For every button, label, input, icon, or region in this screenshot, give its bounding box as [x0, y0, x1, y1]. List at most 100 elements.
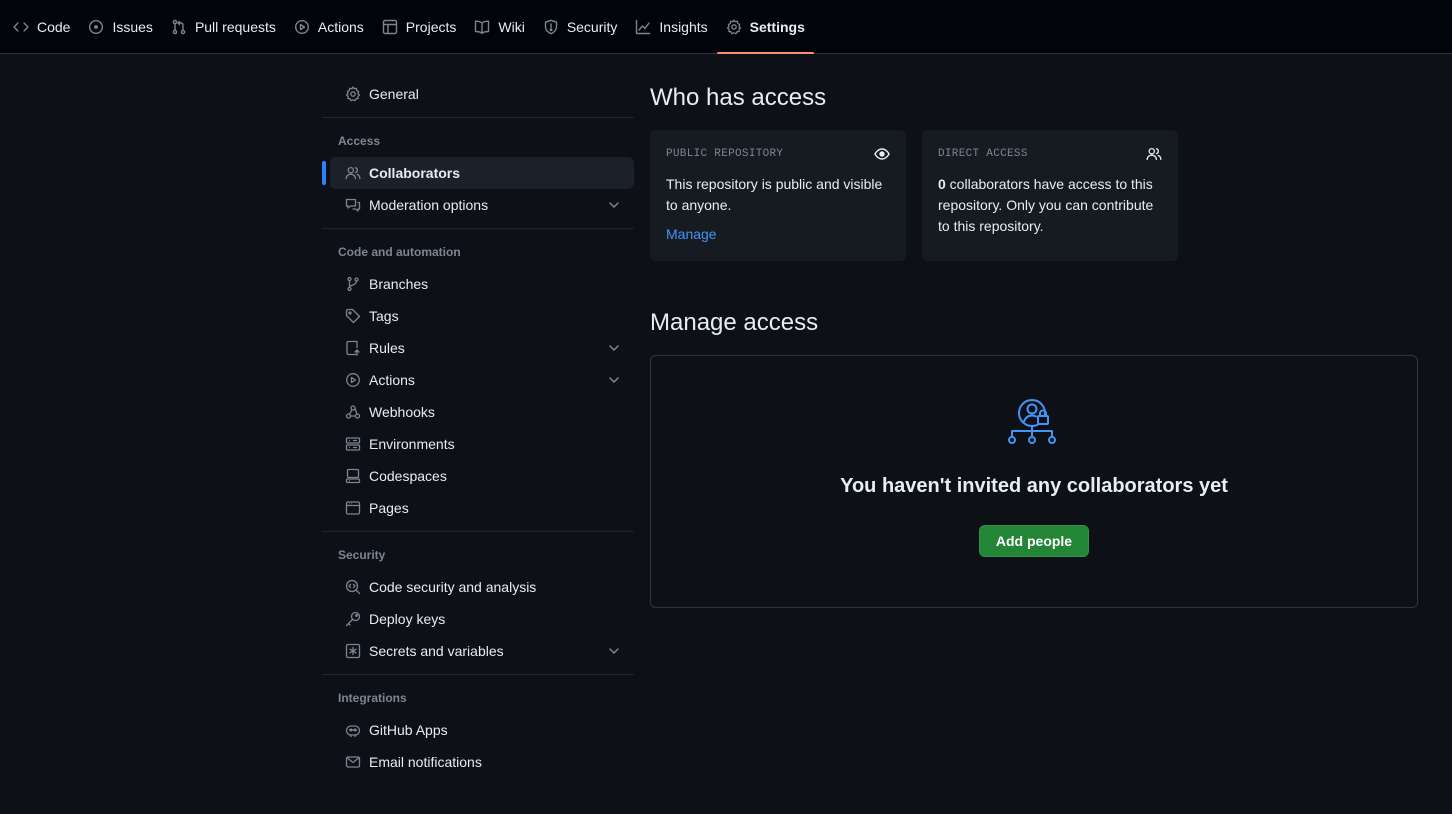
- sidebar-item-collaborators[interactable]: Collaborators: [322, 157, 634, 189]
- code-icon: [13, 19, 29, 35]
- sidebar-item-deploy-keys[interactable]: Deploy keys: [330, 603, 634, 635]
- tab-security[interactable]: Security: [534, 9, 627, 45]
- sidebar-divider: [322, 228, 634, 229]
- tab-label: Code: [37, 19, 71, 35]
- sidebar-heading-code: Code and automation: [338, 245, 461, 259]
- eye-icon: [874, 146, 890, 162]
- sidebar-item-label: Collaborators: [369, 165, 461, 181]
- card-title: DIRECT ACCESS: [938, 148, 1028, 160]
- sidebar-item-codespaces[interactable]: Codespaces: [330, 460, 634, 492]
- sidebar-item-branches[interactable]: Branches: [330, 268, 634, 300]
- settings-sidebar: General Access Collaborators Moderation …: [322, 78, 634, 778]
- card-header: DIRECT ACCESS: [938, 146, 1162, 162]
- sidebar-divider: [322, 531, 634, 532]
- manage-access-title: Manage access: [650, 309, 819, 336]
- issue-opened-icon: [88, 19, 104, 35]
- mail-icon: [345, 754, 361, 770]
- server-icon: [345, 436, 361, 452]
- comment-discussion-icon: [345, 197, 361, 213]
- card-title: PUBLIC REPOSITORY: [666, 148, 784, 160]
- chevron-down-icon: [606, 197, 622, 213]
- direct-access-card: DIRECT ACCESS 0 collaborators have acces…: [922, 130, 1178, 261]
- table-icon: [382, 19, 398, 35]
- sidebar-item-label: Codespaces: [369, 468, 447, 484]
- sidebar-heading-security: Security: [338, 548, 386, 562]
- sidebar-item-label: General: [369, 86, 419, 102]
- browser-icon: [345, 500, 361, 516]
- card-text: 0 collaborators have access to this repo…: [938, 174, 1162, 237]
- tab-pull-requests[interactable]: Pull requests: [162, 9, 285, 45]
- sidebar-item-label: Tags: [369, 308, 399, 324]
- sidebar-item-github-apps[interactable]: GitHub Apps: [330, 714, 634, 746]
- sidebar-item-label: GitHub Apps: [369, 722, 448, 738]
- sidebar-item-label: Branches: [369, 276, 429, 292]
- add-people-button[interactable]: Add people: [978, 525, 1090, 557]
- sidebar-divider: [322, 674, 634, 675]
- person-lock-icon: [1007, 398, 1061, 448]
- main-content: Who has access PUBLIC REPOSITORY This re…: [650, 78, 1418, 608]
- sidebar-item-label: Webhooks: [369, 404, 435, 420]
- access-cards: PUBLIC REPOSITORY This repository is pub…: [650, 130, 1418, 261]
- tab-label: Projects: [405, 19, 457, 35]
- empty-state-message: You haven't invited any collaborators ye…: [840, 475, 1228, 497]
- sidebar-item-label: Email notifications: [369, 754, 482, 770]
- gear-icon: [345, 86, 361, 102]
- sidebar-item-label: Actions: [369, 372, 415, 388]
- sidebar-item-label: Code security and analysis: [369, 579, 537, 595]
- repo-tabs: Code Issues Pull requests Actions Projec…: [4, 9, 815, 54]
- tab-label: Settings: [749, 19, 805, 35]
- sidebar-item-tags[interactable]: Tags: [330, 300, 634, 332]
- sidebar-item-code-security[interactable]: Code security and analysis: [330, 571, 634, 603]
- tag-icon: [345, 308, 361, 324]
- who-has-access-title: Who has access: [650, 84, 827, 111]
- sidebar-item-moderation[interactable]: Moderation options: [330, 189, 634, 221]
- manage-link[interactable]: Manage: [666, 226, 717, 242]
- empty-state: You haven't invited any collaborators ye…: [650, 355, 1418, 608]
- card-text: This repository is public and visible to…: [666, 176, 883, 213]
- tab-actions[interactable]: Actions: [285, 9, 373, 45]
- repo-nav: Code Issues Pull requests Actions Projec…: [0, 0, 1452, 54]
- sidebar-item-webhooks[interactable]: Webhooks: [330, 396, 634, 428]
- sidebar-item-label: Deploy keys: [369, 611, 446, 627]
- chevron-down-icon: [606, 643, 622, 659]
- sidebar-item-environments[interactable]: Environments: [330, 428, 634, 460]
- tab-issues[interactable]: Issues: [79, 9, 161, 45]
- tab-settings[interactable]: Settings: [716, 9, 815, 54]
- sidebar-item-label: Rules: [369, 340, 405, 356]
- sidebar-item-email-notifications[interactable]: Email notifications: [330, 746, 634, 778]
- sidebar-item-label: Secrets and variables: [369, 643, 504, 659]
- tab-label: Issues: [112, 19, 153, 35]
- sidebar-item-secrets[interactable]: Secrets and variables: [330, 635, 634, 667]
- chevron-down-icon: [606, 340, 622, 356]
- sidebar-item-actions[interactable]: Actions: [330, 364, 634, 396]
- sidebar-item-label: Pages: [369, 500, 409, 516]
- public-repository-card: PUBLIC REPOSITORY This repository is pub…: [650, 130, 906, 261]
- collaborator-count: 0: [938, 176, 946, 192]
- tab-label: Security: [566, 19, 618, 35]
- sidebar-heading-integrations: Integrations: [338, 691, 407, 705]
- repo-push-icon: [345, 340, 361, 356]
- hubot-icon: [345, 722, 361, 738]
- tab-wiki[interactable]: Wiki: [465, 9, 533, 45]
- tab-insights[interactable]: Insights: [626, 9, 716, 45]
- sidebar-heading-access: Access: [338, 134, 381, 148]
- tab-label: Wiki: [498, 19, 525, 35]
- codespaces-icon: [345, 468, 361, 484]
- git-pull-request-icon: [171, 19, 187, 35]
- gear-icon: [726, 19, 742, 35]
- git-branch-icon: [345, 276, 361, 292]
- key-icon: [345, 611, 361, 627]
- sidebar-item-rules[interactable]: Rules: [330, 332, 634, 364]
- shield-icon: [543, 19, 559, 35]
- graph-icon: [635, 19, 651, 35]
- sidebar-item-general[interactable]: General: [330, 78, 634, 110]
- play-icon: [345, 372, 361, 388]
- sidebar-item-label: Moderation options: [369, 197, 489, 213]
- tab-projects[interactable]: Projects: [373, 9, 466, 45]
- direct-access-text: collaborators have access to this reposi…: [938, 176, 1154, 234]
- webhook-icon: [345, 404, 361, 420]
- book-icon: [474, 19, 490, 35]
- tab-label: Insights: [659, 19, 708, 35]
- sidebar-item-pages[interactable]: Pages: [330, 492, 634, 524]
- tab-code[interactable]: Code: [4, 9, 79, 45]
